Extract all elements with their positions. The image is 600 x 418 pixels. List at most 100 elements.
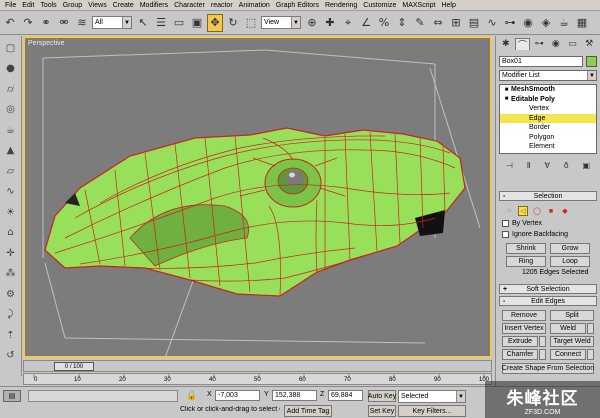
ignore-backfacing-checkbox[interactable]: Ignore Backfacing (502, 231, 568, 238)
modifier-icon[interactable]: ⚙ (3, 286, 19, 302)
border-level-icon[interactable]: ◯ (532, 206, 542, 216)
render-scene-icon[interactable]: ◈ (538, 14, 554, 32)
lock-selection-icon[interactable]: 🔒 (185, 390, 199, 402)
soft-selection-rollout-header[interactable]: + Soft Selection (499, 284, 597, 294)
select-scale-icon[interactable]: ⬚ (243, 14, 259, 32)
select-by-name-icon[interactable]: ☰ (153, 14, 169, 32)
show-end-result-icon[interactable]: Ⅱ (527, 161, 531, 170)
insert-vertex-button[interactable]: Insert Vertex (502, 323, 546, 334)
menu-item-help[interactable]: Help (438, 2, 458, 9)
chamfer-settings-button[interactable] (539, 349, 546, 360)
plane-icon[interactable]: ▱ (3, 163, 19, 179)
particle-icon[interactable]: ⁂ (3, 266, 19, 282)
menu-item-rendering[interactable]: Rendering (322, 2, 360, 9)
x-coordinate-field[interactable]: -7,003 (215, 390, 260, 401)
pivot-center-icon[interactable]: ⊕ (304, 14, 320, 32)
split-button[interactable]: Split (550, 310, 594, 321)
edit-edges-rollout-header[interactable]: - Edit Edges (499, 296, 597, 306)
menu-item-group[interactable]: Group (60, 2, 85, 9)
menu-item-character[interactable]: Character (171, 2, 208, 9)
stack-item-vertex[interactable]: Vertex (500, 104, 596, 114)
helper-icon[interactable]: ✛ (3, 245, 19, 261)
element-level-icon[interactable]: ◆ (560, 206, 570, 216)
modifier-toggle-icon[interactable]: ■ (502, 87, 511, 93)
extrude-button[interactable]: Extrude (502, 336, 538, 347)
auto-key-button[interactable]: Auto Key (368, 390, 396, 402)
teapot-icon[interactable]: ☕ (3, 122, 19, 138)
grow-button[interactable]: Grow (550, 243, 590, 254)
lathe-icon[interactable]: ↺ (3, 348, 19, 364)
polygon-level-icon[interactable]: ■ (546, 206, 556, 216)
display-tab-icon[interactable]: ▭ (565, 38, 581, 50)
bend-icon[interactable]: ⤸ (3, 307, 19, 323)
key-filters-button[interactable]: Key Filters... (398, 405, 466, 417)
set-key-button[interactable]: Set Key (368, 405, 396, 417)
configure-sets-icon[interactable]: ▣ (583, 161, 591, 170)
menu-item-views[interactable]: Views (85, 2, 110, 9)
make-unique-icon[interactable]: ∀ (544, 161, 549, 170)
add-time-tag-button[interactable]: Add Time Tag (284, 405, 332, 417)
edge-level-icon[interactable]: ◁ (518, 206, 528, 216)
select-rotate-icon[interactable]: ↻ (225, 14, 241, 32)
menu-item-edit[interactable]: Edit (19, 2, 37, 9)
connect-button[interactable]: Connect (550, 349, 586, 360)
menu-item-customize[interactable]: Customize (360, 2, 399, 9)
cylinder-icon[interactable]: ⌭ (3, 81, 19, 97)
object-name-field[interactable]: Box01 (499, 56, 583, 67)
percent-snap-icon[interactable]: % (376, 14, 392, 32)
select-object-icon[interactable]: ↖ (135, 14, 151, 32)
stack-item-polygon[interactable]: Polygon (500, 133, 596, 143)
y-coordinate-field[interactable]: 152,388 (272, 390, 317, 401)
shrink-button[interactable]: Shrink (506, 243, 546, 254)
timeline-ruler[interactable]: 0 10 20 30 40 50 60 70 80 90 100 (23, 373, 492, 385)
stack-item-meshsmooth[interactable]: ■ MeshSmooth (500, 85, 596, 95)
torus-icon[interactable]: ◎ (3, 102, 19, 118)
reference-coordinate-dropdown[interactable]: View ▼ (261, 16, 301, 29)
weld-settings-button[interactable] (587, 323, 594, 334)
menu-item-maxscript[interactable]: MAXScript (399, 2, 438, 9)
motion-tab-icon[interactable]: ◉ (548, 38, 564, 50)
curve-editor-icon[interactable]: ∿ (484, 14, 500, 32)
mirror-icon[interactable]: ⇔ (430, 14, 446, 32)
angle-snap-icon[interactable]: ∠ (358, 14, 374, 32)
create-shape-from-selection-button[interactable]: Create Shape From Selection (502, 363, 594, 374)
selection-rollout-header[interactable]: - Selection (499, 191, 597, 201)
menu-item-tools[interactable]: Tools (37, 2, 59, 9)
menu-item-reactor[interactable]: reactor (208, 2, 236, 9)
maxscript-listener-icon[interactable]: ▤ (3, 390, 21, 402)
spinner-snap-icon[interactable]: ⇕ (394, 14, 410, 32)
modifier-toggle-icon[interactable]: ■ (502, 96, 511, 102)
schematic-view-icon[interactable]: ⊶ (502, 14, 518, 32)
spline-icon[interactable]: ∿ (3, 184, 19, 200)
sphere-icon[interactable]: ● (3, 61, 19, 77)
bind-spacewarp-icon[interactable]: ≋ (74, 14, 90, 32)
menu-item-modifiers[interactable]: Modifiers (137, 2, 171, 9)
vertex-level-icon[interactable]: ⁘ (504, 206, 514, 216)
modify-tab-icon[interactable]: ⌒ (514, 38, 531, 51)
rectangle-selection-icon[interactable]: ▭ (171, 14, 187, 32)
snap-toggle-icon[interactable]: ⌖ (340, 14, 356, 32)
remove-button[interactable]: Remove (502, 310, 546, 321)
object-color-swatch[interactable] (586, 56, 597, 67)
create-tab-icon[interactable]: ✱ (498, 38, 514, 50)
weld-button[interactable]: Weld (550, 323, 586, 334)
camera-icon[interactable]: ⌂ (3, 225, 19, 241)
by-vertex-checkbox[interactable]: By Vertex (502, 220, 542, 227)
remove-modifier-icon[interactable]: ð (564, 161, 569, 170)
stack-item-element[interactable]: Element (500, 142, 596, 152)
menu-item-animation[interactable]: Animation (236, 2, 273, 9)
connect-settings-button[interactable] (587, 349, 594, 360)
utilities-tab-icon[interactable]: ⚒ (581, 38, 597, 50)
layer-manager-icon[interactable]: ▤ (466, 14, 482, 32)
ring-button[interactable]: Ring (506, 256, 546, 267)
time-slider-handle[interactable]: 0 / 100 (54, 362, 94, 371)
select-move-icon[interactable]: ✥ (207, 13, 223, 32)
menu-item-file[interactable]: File (2, 2, 19, 9)
extrude-icon[interactable]: ⇡ (3, 327, 19, 343)
selection-filter-dropdown[interactable]: All ▼ (92, 16, 132, 29)
render-type-icon[interactable]: ▦ (574, 14, 590, 32)
extrude-settings-button[interactable] (539, 336, 546, 347)
unlink-icon[interactable]: ⚮ (56, 14, 72, 32)
window-crossing-icon[interactable]: ▣ (189, 14, 205, 32)
stack-item-border[interactable]: Border (500, 123, 596, 133)
